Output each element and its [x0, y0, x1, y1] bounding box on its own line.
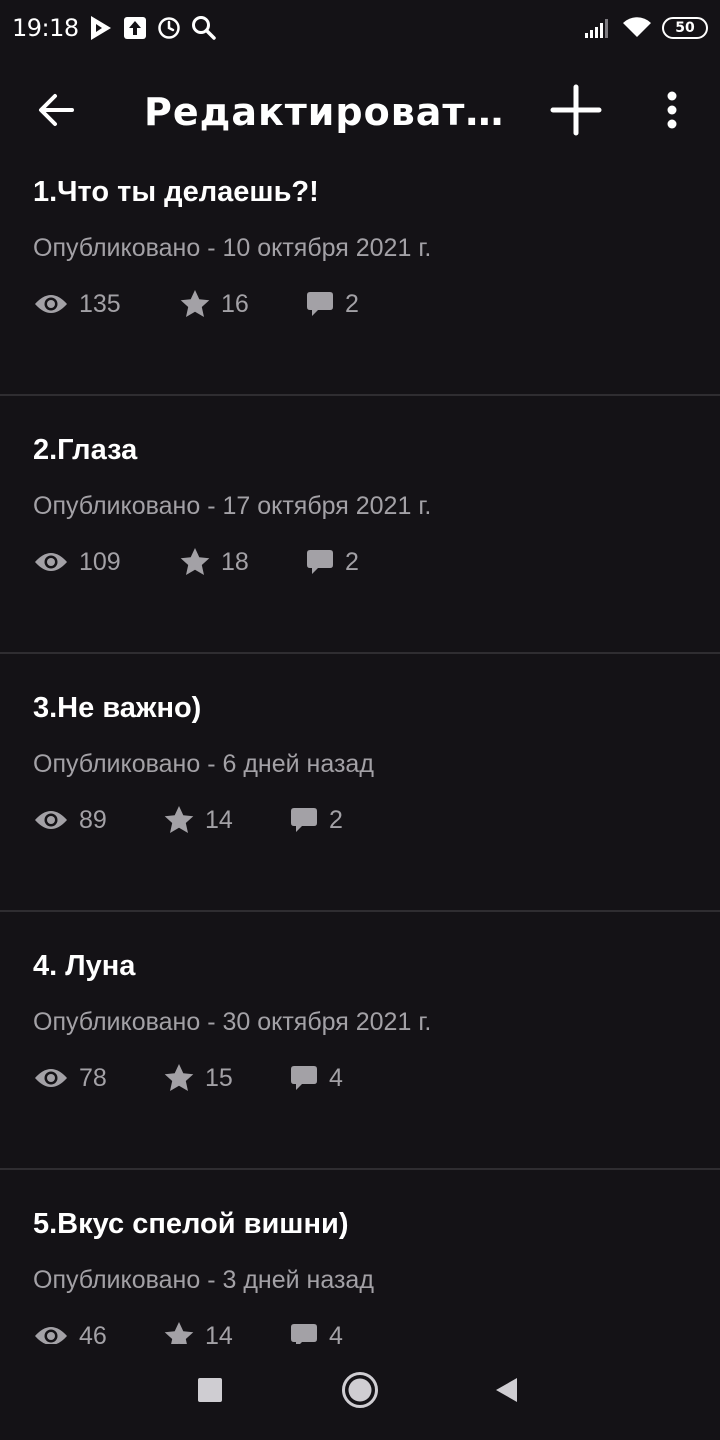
chapter-title: 1.Что ты делаешь?!	[33, 176, 319, 208]
chapter-stats: 135 16 2	[33, 288, 359, 320]
eye-icon	[33, 808, 79, 832]
comment-icon	[289, 806, 329, 834]
comment-icon	[305, 290, 345, 318]
triangle-back-icon	[493, 1376, 519, 1409]
comment-icon	[305, 548, 345, 576]
system-nav-bar	[0, 1344, 720, 1440]
app-bar: Редактировать...	[0, 56, 720, 168]
star-icon	[179, 288, 221, 320]
signal-icon	[584, 17, 612, 39]
chapter-stats: 89 14 2	[33, 804, 343, 836]
more-options-button[interactable]	[640, 76, 704, 148]
chapter-stats: 109 18 2	[33, 546, 359, 578]
chapter-stats: 78 15 4	[33, 1062, 343, 1094]
home-button[interactable]	[330, 1364, 390, 1420]
wifi-icon	[622, 17, 652, 39]
chapter-title: 3.Не важно)	[33, 692, 202, 724]
stars-count: 14	[205, 1321, 233, 1345]
comments-count: 2	[345, 289, 359, 318]
views-stat: 109	[33, 548, 179, 577]
stars-count: 14	[205, 805, 233, 834]
chapter-item[interactable]: 1.Что ты делаешь?! Опубликовано - 10 окт…	[0, 168, 720, 396]
square-icon	[197, 1377, 223, 1408]
stars-count: 15	[205, 1063, 233, 1092]
views-stat: 89	[33, 806, 163, 835]
star-icon	[163, 804, 205, 836]
status-left: 19:18	[12, 14, 217, 42]
search-icon	[191, 15, 217, 41]
play-store-icon	[89, 15, 113, 41]
eye-icon	[33, 292, 79, 316]
views-stat: 135	[33, 290, 179, 319]
eye-icon	[33, 1066, 79, 1090]
views-count: 89	[79, 805, 107, 834]
stars-count: 16	[221, 289, 249, 318]
views-stat: 78	[33, 1064, 163, 1093]
chapter-publish-date: Опубликовано - 3 дней назад	[33, 1266, 374, 1294]
status-bar: 19:18 50	[0, 0, 720, 56]
more-vertical-icon	[666, 90, 678, 135]
stars-stat: 16	[179, 288, 305, 320]
eye-icon	[33, 550, 79, 574]
chapter-publish-date: Опубликовано - 10 октября 2021 г.	[33, 234, 432, 262]
views-count: 46	[79, 1321, 107, 1345]
comment-icon	[289, 1064, 329, 1092]
chapter-item[interactable]: 2.Глаза Опубликовано - 17 октября 2021 г…	[0, 396, 720, 654]
home-circle-icon	[341, 1371, 379, 1414]
chapter-title: 2.Глаза	[33, 434, 138, 466]
arrow-left-icon	[36, 90, 76, 135]
chapter-list: 1.Что ты делаешь?! Опубликовано - 10 окт…	[0, 168, 720, 1344]
star-icon	[163, 1320, 205, 1344]
views-count: 78	[79, 1063, 107, 1092]
stars-count: 18	[221, 547, 249, 576]
stars-stat: 14	[163, 804, 289, 836]
chapter-publish-date: Опубликовано - 6 дней назад	[33, 750, 374, 778]
chapter-item[interactable]: 5.Вкус спелой вишни) Опубликовано - 3 дн…	[0, 1170, 720, 1344]
comments-stat: 2	[289, 806, 343, 835]
stars-stat: 18	[179, 546, 305, 578]
chapter-item[interactable]: 4. Луна Опубликовано - 30 октября 2021 г…	[0, 912, 720, 1170]
eye-icon	[33, 1324, 79, 1344]
chapter-title: 5.Вкус спелой вишни)	[33, 1208, 349, 1240]
alarm-clock-icon	[157, 16, 181, 40]
chapter-title: 4. Луна	[33, 950, 136, 982]
views-count: 109	[79, 547, 121, 576]
recents-button[interactable]	[180, 1364, 240, 1420]
chapter-item[interactable]: 3.Не важно) Опубликовано - 6 дней назад …	[0, 654, 720, 912]
comments-count: 2	[329, 805, 343, 834]
battery-indicator: 50	[662, 17, 708, 39]
upload-icon	[123, 16, 147, 40]
comments-count: 2	[345, 547, 359, 576]
system-back-button[interactable]	[476, 1364, 536, 1420]
chapter-publish-date: Опубликовано - 30 октября 2021 г.	[33, 1008, 432, 1036]
stars-stat: 14	[163, 1320, 289, 1344]
status-right: 50	[584, 17, 708, 39]
views-stat: 46	[33, 1321, 163, 1345]
chapter-publish-date: Опубликовано - 17 октября 2021 г.	[33, 492, 432, 520]
add-chapter-button[interactable]	[540, 76, 612, 148]
plus-icon	[550, 84, 602, 141]
comments-stat: 4	[289, 1321, 343, 1345]
star-icon	[163, 1062, 205, 1094]
comment-icon	[289, 1322, 329, 1344]
comments-count: 4	[329, 1321, 343, 1345]
comments-stat: 2	[305, 290, 359, 319]
page-title: Редактировать...	[144, 90, 514, 134]
chapter-stats: 46 14 4	[33, 1320, 343, 1344]
back-button[interactable]	[22, 78, 90, 146]
comments-stat: 4	[289, 1064, 343, 1093]
views-count: 135	[79, 289, 121, 318]
status-time: 19:18	[12, 14, 79, 42]
comments-count: 4	[329, 1063, 343, 1092]
comments-stat: 2	[305, 548, 359, 577]
stars-stat: 15	[163, 1062, 289, 1094]
star-icon	[179, 546, 221, 578]
